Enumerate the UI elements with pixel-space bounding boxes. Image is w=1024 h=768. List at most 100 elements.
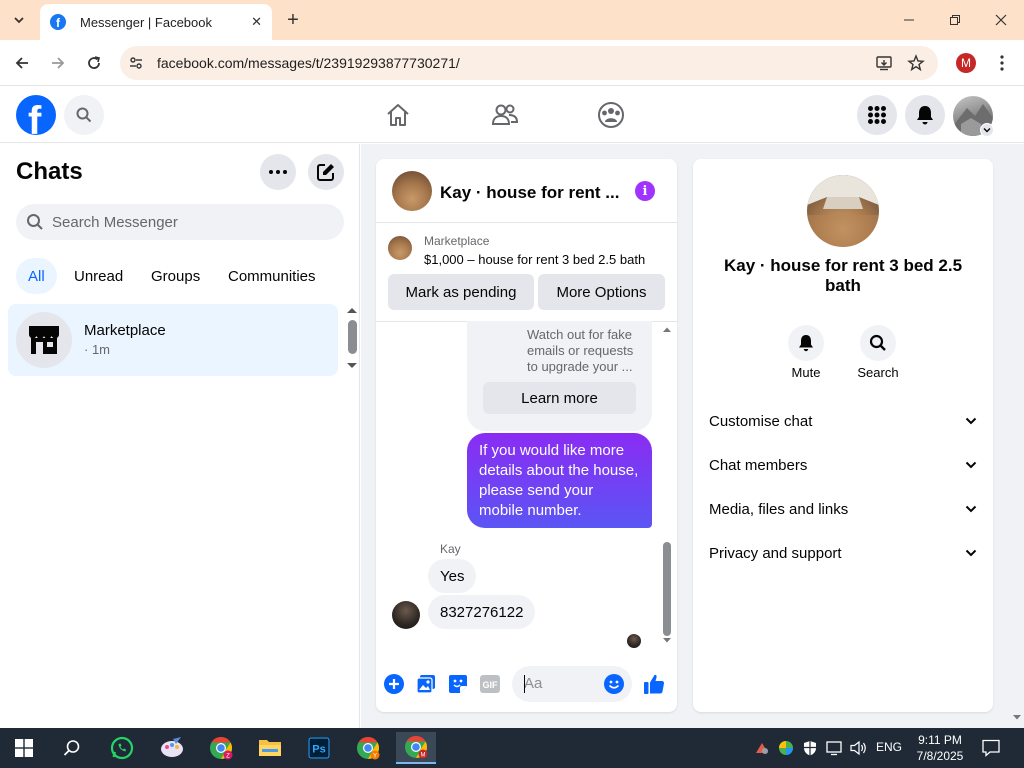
menu-button[interactable] — [857, 95, 897, 135]
back-button[interactable] — [10, 51, 34, 75]
learn-more-button[interactable]: Learn more — [483, 382, 636, 414]
site-settings-icon[interactable] — [128, 55, 144, 71]
notifications-button[interactable] — [905, 95, 945, 135]
taskbar-clock[interactable]: 9:11 PM 7/8/2025 — [912, 732, 968, 764]
bookmark-star-icon[interactable] — [907, 54, 925, 72]
chevron-down-icon — [983, 128, 991, 133]
message-input[interactable] — [512, 666, 632, 702]
restore-button[interactable] — [940, 8, 970, 32]
more-horizontal-icon — [269, 170, 287, 174]
nav-friends[interactable] — [491, 101, 519, 129]
emoji-icon[interactable] — [604, 674, 624, 694]
account-caret[interactable] — [980, 123, 994, 137]
search-action[interactable]: Search — [848, 325, 908, 380]
section-label: Privacy and support — [709, 544, 842, 562]
search-in-chat-button[interactable] — [860, 325, 896, 361]
mute-button[interactable] — [788, 325, 824, 361]
taskbar-chrome-profile-m[interactable]: M — [396, 732, 436, 764]
like-button[interactable] — [643, 673, 665, 695]
scroll-down-arrow-icon[interactable] — [662, 637, 672, 644]
forward-button[interactable] — [46, 51, 70, 75]
sticker-button[interactable] — [447, 673, 469, 695]
filter-groups[interactable]: Groups — [139, 258, 212, 294]
section-media-files-links[interactable]: Media, files and links — [709, 497, 977, 521]
taskbar-photoshop[interactable]: Ps — [299, 732, 339, 764]
section-privacy-support[interactable]: Privacy and support — [709, 541, 977, 565]
section-chat-members[interactable]: Chat members — [709, 453, 977, 477]
gif-button[interactable]: GIF — [479, 673, 501, 695]
conversation-avatar[interactable] — [392, 171, 432, 211]
message-text-field[interactable] — [524, 675, 600, 692]
security-shield-icon[interactable] — [803, 740, 817, 756]
conversation-title[interactable]: Kay · house for rent ... — [440, 183, 619, 203]
scroll-up-arrow-icon[interactable] — [346, 306, 358, 314]
listing-thumbnail[interactable] — [388, 236, 412, 260]
section-label: Media, files and links — [709, 500, 849, 518]
volume-icon[interactable] — [850, 740, 868, 756]
nav-home[interactable] — [384, 101, 412, 129]
taskbar-file-explorer[interactable] — [250, 732, 290, 764]
start-button[interactable] — [4, 732, 44, 764]
filter-communities[interactable]: Communities — [216, 258, 328, 294]
new-message-button[interactable] — [308, 154, 344, 190]
marketplace-avatar — [16, 312, 72, 368]
svg-text:M: M — [421, 753, 426, 759]
incoming-message[interactable]: 8327276122 — [428, 595, 536, 629]
taskbar-chrome-profile-y[interactable]: Y — [348, 732, 388, 764]
chevron-down-icon — [965, 461, 977, 469]
attach-photo-button[interactable] — [415, 673, 437, 695]
install-app-icon[interactable] — [875, 54, 893, 72]
new-tab-button[interactable]: + — [282, 8, 304, 32]
details-avatar[interactable] — [807, 175, 879, 247]
browser-menu-button[interactable] — [990, 51, 1014, 75]
reload-button[interactable] — [82, 51, 106, 75]
chrome-icon: Z — [210, 737, 233, 760]
section-customise-chat[interactable]: Customise chat — [709, 409, 977, 433]
minimize-button[interactable] — [894, 8, 924, 32]
taskbar-whatsapp[interactable] — [102, 732, 142, 764]
tab-close-icon[interactable]: ✕ — [251, 14, 262, 30]
listing-title[interactable]: $1,000 – house for rent 3 bed 2.5 bath — [424, 252, 645, 267]
filter-all[interactable]: All — [16, 258, 57, 294]
bell-icon — [799, 335, 813, 352]
close-window-button[interactable] — [986, 8, 1016, 32]
outgoing-message[interactable]: If you would like more details about the… — [467, 433, 652, 528]
browser-tab-messenger[interactable]: f Messenger | Facebook ✕ — [40, 4, 272, 40]
conversation-scrollbar-thumb[interactable] — [663, 542, 671, 636]
mute-label: Mute — [791, 365, 821, 380]
notification-center-icon[interactable] — [982, 739, 1000, 757]
search-placeholder: Search Messenger — [52, 214, 178, 231]
scroll-up-arrow-icon[interactable] — [662, 326, 672, 333]
tab-search-button[interactable] — [6, 8, 32, 32]
facebook-search-button[interactable] — [64, 95, 104, 135]
address-bar[interactable]: facebook.com/messages/t/2391929387773027… — [120, 46, 938, 80]
filter-unread[interactable]: Unread — [62, 258, 135, 294]
facebook-logo[interactable]: f — [16, 95, 56, 135]
page-scroll-down-arrow-icon[interactable] — [1012, 714, 1022, 721]
mark-as-pending-button[interactable]: Mark as pending — [388, 274, 534, 310]
section-label: Chat members — [709, 456, 808, 474]
taskbar-chrome-profile-z[interactable]: Z — [201, 732, 241, 764]
chevron-down-icon — [965, 417, 977, 425]
taskbar-search-button[interactable] — [52, 732, 92, 764]
more-options-button[interactable]: More Options — [538, 274, 665, 310]
nav-groups[interactable] — [597, 101, 625, 129]
chat-list-item[interactable]: Marketplace · 1m — [8, 304, 338, 376]
tray-colorful-app-icon[interactable] — [778, 740, 794, 756]
mute-action[interactable]: Mute — [776, 325, 836, 380]
more-actions-button[interactable] — [383, 673, 405, 695]
tray-app-icon[interactable] — [754, 740, 770, 756]
network-icon[interactable] — [826, 740, 844, 756]
search-messenger-input[interactable]: Search Messenger — [16, 204, 344, 240]
sidebar-scrollbar-thumb[interactable] — [348, 320, 357, 354]
sender-avatar[interactable] — [392, 601, 420, 629]
incoming-message[interactable]: Yes — [428, 559, 477, 593]
scroll-down-arrow-icon[interactable] — [346, 362, 358, 370]
info-icon[interactable]: i — [635, 181, 655, 201]
taskbar-paint-app[interactable] — [152, 732, 192, 764]
browser-profile-avatar[interactable]: M — [956, 53, 976, 73]
search-icon — [27, 214, 43, 230]
chats-options-button[interactable] — [260, 154, 296, 190]
text-caret — [524, 675, 525, 693]
language-indicator[interactable]: ENG — [876, 740, 902, 754]
